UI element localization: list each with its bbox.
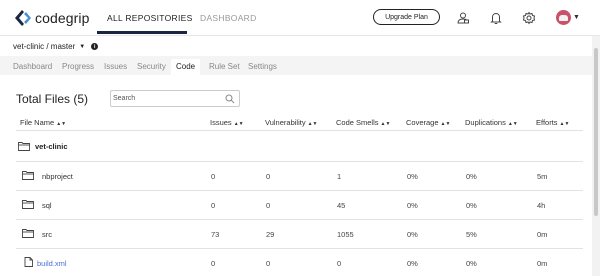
chevron-down-icon[interactable]: ▼ [79,44,85,50]
sort-icon[interactable]: ▲▼ [56,121,66,127]
cell-duplications: 0% [466,201,477,210]
table-row-name[interactable]: src [42,230,52,239]
scrollbar-thumb[interactable] [594,48,598,216]
avatar-image [559,15,568,21]
cell-efforts: 0m [537,259,548,268]
table-row-name[interactable]: nbproject [42,172,73,181]
cell-coverage: 0% [407,259,418,268]
search-icon[interactable] [225,94,235,104]
cell-vulnerability: 29 [266,230,275,239]
cell-vulnerability: 0 [266,259,271,268]
cell-efforts: 5m [537,172,548,181]
cell-duplications: 0% [466,259,477,268]
column-header-code-smells[interactable]: Code Smells ▲▼ [336,118,390,127]
tab-all-repositories[interactable]: ALL REPOSITORIES [107,13,193,23]
root-folder-row[interactable]: vet-clinic [18,141,68,151]
cell-code-smells: 1 [337,172,342,181]
cell-code-smells: 0 [337,259,342,268]
sort-icon[interactable]: ▲▼ [560,121,570,127]
row-divider [16,161,583,162]
tab-settings[interactable]: Settings [248,59,277,75]
user-avatar[interactable] [556,10,571,25]
table-row-name[interactable]: sql [42,201,52,210]
header-divider [16,130,583,131]
cell-efforts: 0m [537,230,548,239]
team-icon[interactable] [456,11,470,25]
active-tab-underline [97,31,187,34]
column-header-duplications[interactable]: Duplications ▲▼ [465,118,518,127]
cell-issues: 0 [211,259,216,268]
cell-coverage: 0% [407,230,418,239]
top-navbar: codegrip ALL REPOSITORIES DASHBOARD Upgr… [0,0,600,36]
table-row-name-link[interactable]: build.xml [37,259,67,268]
column-header-issues[interactable]: Issues ▲▼ [210,118,244,127]
cell-issues: 0 [211,172,216,181]
column-header-coverage[interactable]: Coverage ▲▼ [406,118,450,127]
tab-security[interactable]: Security [137,59,166,75]
upgrade-plan-button[interactable]: Upgrade Plan [373,9,440,25]
column-header-vulnerability[interactable]: Vulnerability ▲▼ [265,118,317,127]
folder-icon [22,229,34,238]
app-name: codegrip [35,10,90,26]
cell-coverage: 0% [407,172,418,181]
tab-progress[interactable]: Progress [62,59,94,75]
sort-icon[interactable]: ▲▼ [381,121,391,127]
root-folder-name: vet-clinic [35,141,68,151]
chevron-down-icon[interactable]: ▼ [573,14,580,21]
breadcrumb: vet-clinic / master ▼ i [13,42,99,51]
tab-issues[interactable]: Issues [104,59,127,75]
cell-vulnerability: 0 [266,201,271,210]
row-divider [16,190,583,191]
cell-issues: 73 [211,230,220,239]
cell-vulnerability: 0 [266,172,271,181]
repo-branch-selector[interactable]: vet-clinic / master [13,42,75,51]
tab-rule-set[interactable]: Rule Set [209,59,240,75]
cell-duplications: 5% [466,230,477,239]
main-content [0,75,600,276]
tab-dashboard-sub[interactable]: Dashboard [13,59,52,75]
folder-icon [18,142,30,151]
sort-icon[interactable]: ▲▼ [441,121,451,127]
tab-code[interactable]: Code [171,59,201,75]
file-icon [24,257,33,267]
sort-icon[interactable]: ▲▼ [308,121,318,127]
cell-code-smells: 1055 [337,230,354,239]
cell-efforts: 4h [537,201,546,210]
search-input[interactable]: Search [110,90,240,107]
column-header-efforts[interactable]: Efforts ▲▼ [536,118,569,127]
tab-dashboard[interactable]: DASHBOARD [200,13,257,23]
row-divider [16,248,583,249]
codegrip-logo[interactable]: codegrip [13,10,90,26]
codegrip-logo-icon [15,10,31,26]
page-title: Total Files (5) [16,92,89,106]
gear-icon[interactable] [522,11,536,25]
sort-icon[interactable]: ▲▼ [508,121,518,127]
bell-icon[interactable] [489,11,503,25]
folder-icon [22,171,34,180]
sort-icon[interactable]: ▲▼ [234,121,244,127]
repo-subtabs: Dashboard Progress Issues Security Code … [0,56,600,75]
search-placeholder: Search [113,95,136,102]
folder-icon [22,200,34,209]
cell-issues: 0 [211,201,216,210]
info-icon[interactable]: i [91,43,99,50]
row-divider [16,219,583,220]
column-header-file-name[interactable]: File Name ▲▼ [20,118,66,127]
cell-code-smells: 45 [337,201,346,210]
cell-duplications: 0% [466,172,477,181]
cell-coverage: 0% [407,201,418,210]
